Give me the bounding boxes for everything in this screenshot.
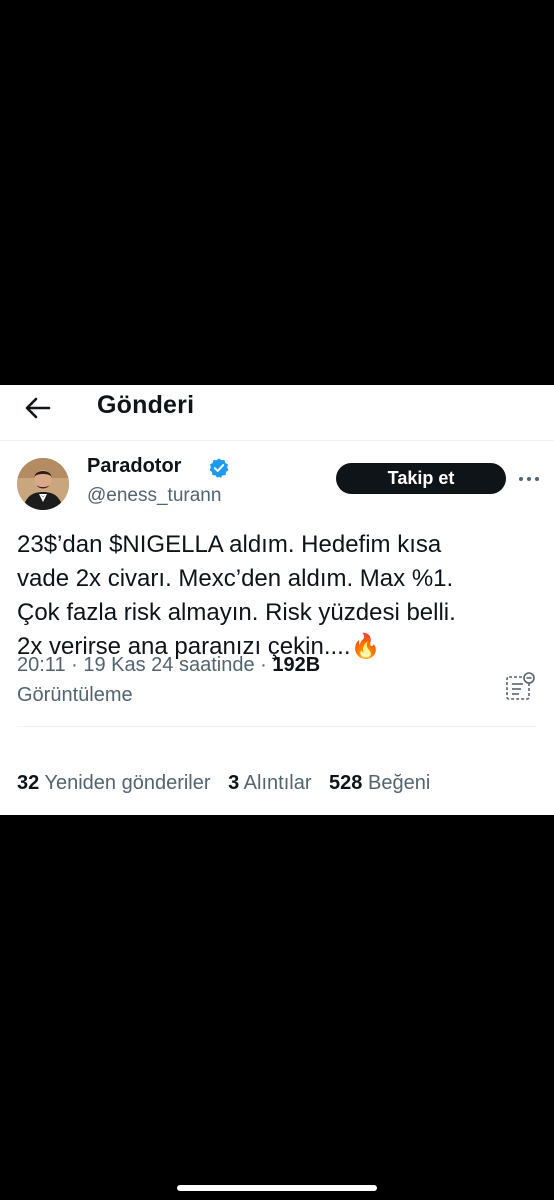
views-count: 192B <box>272 654 321 676</box>
author-name[interactable]: Paradotor <box>87 455 181 478</box>
arrow-left-icon <box>25 397 51 419</box>
avatar[interactable] <box>17 458 69 510</box>
meta-separator: · <box>65 654 84 676</box>
avatar-image <box>17 458 69 510</box>
reposts-count: 32 <box>17 772 40 794</box>
likes-stat[interactable]: 528 Beğeni <box>329 772 430 795</box>
tweet-line: Çok fazla risk almayın. Risk yüzdesi bel… <box>17 599 456 626</box>
reposts-stat[interactable]: 32 Yeniden gönderiler <box>17 772 211 795</box>
divider <box>17 726 537 727</box>
back-button[interactable] <box>18 388 58 428</box>
reposts-label: Yeniden gönderiler <box>44 772 211 794</box>
meta-separator: · <box>254 654 273 676</box>
tweet-line: vade 2x civarı. Mexc’den aldım. Max %1. <box>17 565 454 592</box>
top-bar: Gönderi <box>0 385 554 441</box>
tweet-line: 23$’dan $NIGELLA aldım. Hedefim kısa <box>17 531 442 558</box>
follow-button[interactable]: Takip et <box>336 463 506 494</box>
likes-label: Beğeni <box>367 772 431 794</box>
author-handle[interactable]: @eness_turann <box>87 485 221 507</box>
more-horizontal-icon <box>519 477 539 481</box>
home-indicator[interactable] <box>177 1185 377 1191</box>
quotes-label: Alıntılar <box>243 772 312 794</box>
analytics-button[interactable] <box>503 670 537 704</box>
verified-badge-icon <box>209 458 229 478</box>
quotes-stat[interactable]: 3 Alıntılar <box>228 772 311 795</box>
quotes-count: 3 <box>228 772 240 794</box>
more-options-button[interactable] <box>518 468 540 490</box>
post-card: Gönderi Paradotor @eness_turann Takip et… <box>0 385 554 815</box>
likes-count: 528 <box>329 772 363 794</box>
tweet-text: 23$’dan $NIGELLA aldım. Hedefim kısa vad… <box>17 528 542 664</box>
engagement-stats: 32 Yeniden gönderiler 3 Alıntılar 528 Be… <box>17 772 442 795</box>
views-label: Görüntüleme <box>17 684 133 706</box>
analytics-icon <box>506 672 535 700</box>
page-title: Gönderi <box>97 391 195 419</box>
tweet-meta: 20:11 · 19 Kas 24 saatinde · 192B Görünt… <box>17 650 487 710</box>
tweet-time[interactable]: 20:11 <box>17 654 66 676</box>
tweet-date[interactable]: 19 Kas 24 saatinde <box>83 654 254 676</box>
